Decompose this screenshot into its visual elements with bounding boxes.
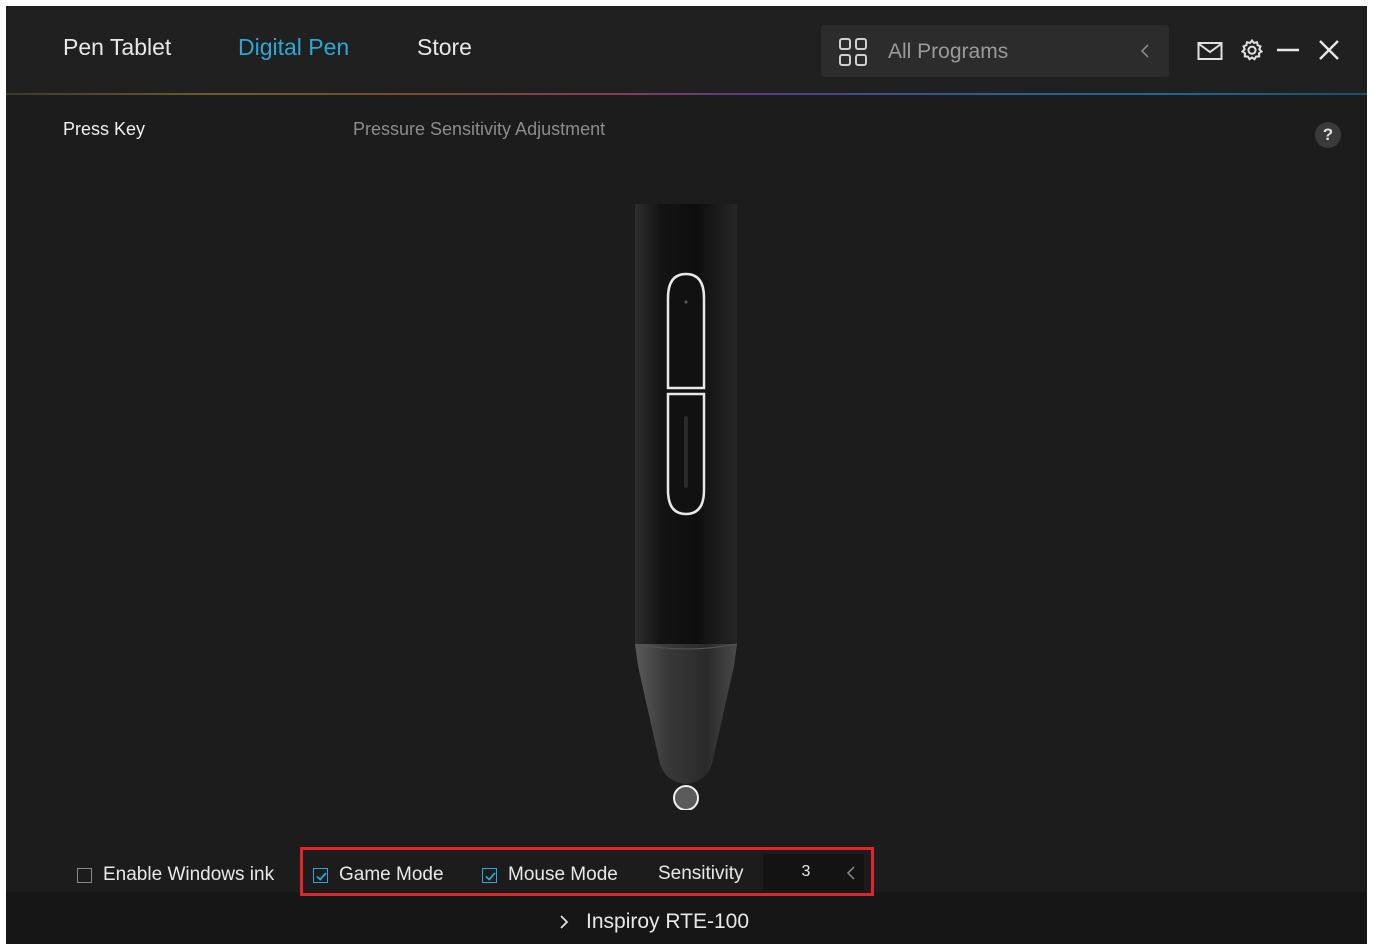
program-selector-value: All Programs [888, 40, 1009, 63]
windows-ink-checkbox[interactable] [77, 867, 92, 883]
pen-lower-button[interactable] [666, 392, 706, 516]
sensitivity-label: Sensitivity [658, 863, 744, 884]
tab-pen-tablet[interactable]: Pen Tablet [63, 34, 171, 61]
mail-icon[interactable] [1197, 41, 1223, 61]
game-mode-checkbox[interactable] [313, 867, 328, 883]
app-window: Pen Tablet Digital Pen Store All Program… [6, 6, 1367, 944]
tab-store[interactable]: Store [417, 34, 472, 61]
digital-pen-illustration [634, 204, 738, 810]
device-name: Inspiroy RTE-100 [586, 910, 750, 933]
gear-icon[interactable] [1240, 38, 1264, 62]
mouse-mode-checkbox[interactable] [482, 867, 497, 883]
header-accent-line [6, 93, 1367, 95]
help-icon[interactable]: ? [1315, 122, 1341, 148]
program-selector[interactable]: All Programs [821, 25, 1169, 77]
checkmark-icon [316, 871, 327, 881]
chevron-left-icon[interactable] [1136, 41, 1154, 61]
header-bar: Pen Tablet Digital Pen Store All Program… [6, 6, 1367, 94]
pen-upper-button[interactable] [666, 272, 706, 390]
chevron-right-icon [560, 915, 569, 929]
pen-nib [673, 785, 699, 810]
tab-digital-pen[interactable]: Digital Pen [238, 34, 349, 61]
chevron-left-icon[interactable] [845, 864, 857, 882]
device-selector[interactable]: Inspiroy RTE-100 [558, 910, 749, 934]
mouse-mode-option[interactable]: Mouse Mode [482, 862, 618, 888]
pen-cone [635, 644, 737, 784]
windows-ink-option[interactable]: Enable Windows ink [77, 862, 274, 888]
mouse-mode-label: Mouse Mode [508, 864, 618, 885]
sensitivity-select[interactable]: 3 [763, 854, 864, 891]
minimize-icon[interactable] [1276, 46, 1300, 54]
game-mode-label: Game Mode [339, 864, 444, 885]
checkmark-icon [485, 871, 496, 881]
grid-icon [839, 38, 867, 66]
game-mode-option[interactable]: Game Mode [313, 862, 444, 888]
close-icon[interactable] [1318, 39, 1340, 61]
subtab-pressure-sensitivity[interactable]: Pressure Sensitivity Adjustment [353, 119, 605, 140]
subtab-press-key[interactable]: Press Key [63, 119, 145, 140]
windows-ink-label: Enable Windows ink [103, 864, 275, 885]
